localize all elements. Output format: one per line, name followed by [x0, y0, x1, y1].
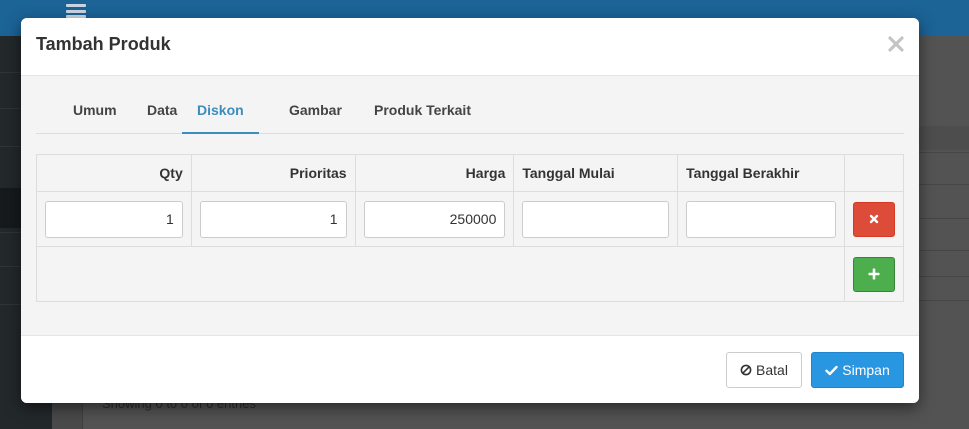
qty-input[interactable] [45, 200, 183, 238]
modal-body: Umum Data Diskon Gambar Produk Terkait Q… [21, 76, 919, 336]
column-header-qty: Qty [36, 154, 192, 192]
plus-icon [868, 268, 880, 280]
column-header-tanggal-berakhir: Tanggal Berakhir [677, 154, 845, 192]
column-header-tanggal-mulai: Tanggal Mulai [513, 154, 679, 192]
prioritas-input[interactable] [199, 200, 347, 238]
table-header-row: Qty Prioritas Harga Tanggal Mulai Tangga… [36, 154, 905, 192]
discount-table: Qty Prioritas Harga Tanggal Mulai Tangga… [36, 154, 905, 302]
column-header-harga: Harga [354, 154, 515, 192]
add-discount-button[interactable] [852, 256, 895, 292]
table-add-row [36, 246, 905, 302]
table-row [36, 191, 905, 247]
modal-header: Tambah Produk [21, 18, 919, 76]
close-icon[interactable] [887, 35, 905, 53]
tanggal-mulai-input[interactable] [522, 200, 670, 238]
ban-icon [740, 364, 752, 376]
remove-discount-button[interactable] [852, 201, 895, 237]
hamburger-menu-icon[interactable] [66, 4, 86, 18]
cancel-button[interactable]: Batal [726, 352, 802, 388]
tab-diskon[interactable]: Diskon [182, 92, 259, 134]
check-icon [825, 365, 838, 375]
save-button-label: Simpan [842, 362, 890, 378]
tab-produk-terkait[interactable]: Produk Terkait [359, 92, 486, 134]
tanggal-berakhir-input[interactable] [686, 200, 836, 238]
column-header-prioritas: Prioritas [190, 154, 356, 192]
tab-bar: Umum Data Diskon Gambar Produk Terkait [36, 76, 904, 134]
times-icon [869, 214, 879, 224]
harga-input[interactable] [363, 200, 506, 238]
tab-umum[interactable]: Umum [58, 92, 132, 134]
tab-gambar[interactable]: Gambar [274, 92, 357, 134]
modal-footer: Batal Simpan [21, 336, 919, 403]
add-product-modal: Tambah Produk Umum Data Diskon Gambar Pr… [21, 18, 919, 403]
save-button[interactable]: Simpan [811, 352, 904, 388]
modal-title: Tambah Produk [36, 34, 171, 54]
column-header-action [843, 154, 905, 192]
cancel-button-label: Batal [756, 362, 788, 378]
